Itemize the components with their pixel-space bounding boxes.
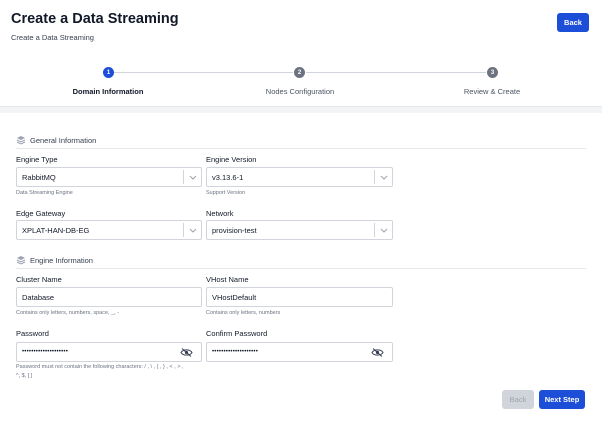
eye-off-icon[interactable] [180,348,193,357]
engine-section-header: Engine Information [16,255,93,265]
chevron-down-icon[interactable] [374,223,392,237]
layers-icon [16,256,26,265]
engine-version-help: Support Version [206,190,246,196]
password-value: •••••••••••••••••••• [22,349,69,355]
engine-section-divider [16,268,586,269]
page-subtitle: Create a Data Streaming [11,33,94,42]
engine-version-select[interactable]: v3.13.6-1 [206,167,393,187]
vhost-name-input[interactable]: VHostDefault [206,287,393,307]
engine-section-title: Engine Information [30,255,93,265]
back-button-bottom[interactable]: Back [502,390,534,409]
confirm-password-input[interactable]: •••••••••••••••••••• [206,342,393,362]
engine-version-label: Engine Version [206,155,257,164]
engine-version-value: v3.13.6-1 [212,172,244,182]
eye-off-icon[interactable] [371,348,384,357]
chevron-down-icon[interactable] [183,223,201,237]
step-2-label: Nodes Configuration [265,87,335,96]
cluster-name-value: Database [22,292,55,302]
header-card: Create a Data Streaming Create a Data St… [0,0,602,107]
confirm-password-value: •••••••••••••••••••• [212,349,259,355]
cluster-name-help: Contains only letters, numbers, space, _… [16,310,120,316]
password-help-line2: ^, $, [ ] [16,373,33,379]
edge-gateway-label: Edge Gateway [16,209,66,218]
general-section-divider [16,148,586,149]
step-1-indicator[interactable]: 1 [103,67,114,78]
step-3-indicator[interactable]: 3 [487,67,498,78]
engine-type-label: Engine Type [16,155,58,164]
engine-type-select[interactable]: RabbitMQ [16,167,202,187]
password-help-line1: Password must not contain the following … [16,364,184,370]
network-value: provision-test [212,225,257,235]
next-step-button[interactable]: Next Step [539,390,585,409]
confirm-password-label: Confirm Password [206,329,268,338]
engine-type-value: RabbitMQ [22,172,56,182]
page-title: Create a Data Streaming [11,11,179,27]
general-section-header: General Information [16,135,96,145]
engine-type-help: Data Streaming Engine [16,190,73,196]
layers-icon [16,136,26,145]
edge-gateway-value: XPLAT-HAN-DB-EG [22,225,90,235]
chevron-down-icon[interactable] [183,170,201,184]
back-button-top[interactable]: Back [557,13,589,32]
network-select[interactable]: provision-test [206,220,393,240]
cluster-name-label: Cluster Name [16,275,62,284]
vhost-name-label: VHost Name [206,275,249,284]
vhost-name-value: VHostDefault [212,292,257,302]
stepper-connector-2 [306,72,486,73]
password-label: Password [16,329,49,338]
password-input[interactable]: •••••••••••••••••••• [16,342,202,362]
cluster-name-input[interactable]: Database [16,287,202,307]
step-1-label: Domain Information [72,87,144,96]
network-label: Network [206,209,234,218]
step-2-indicator[interactable]: 2 [294,67,305,78]
general-section-title: General Information [30,135,97,145]
edge-gateway-select[interactable]: XPLAT-HAN-DB-EG [16,220,202,240]
step-3-label: Review & Create [463,87,521,96]
vhost-name-help: Contains only letters, numbers [206,310,281,316]
chevron-down-icon[interactable] [374,170,392,184]
stepper-connector-1 [114,72,293,73]
